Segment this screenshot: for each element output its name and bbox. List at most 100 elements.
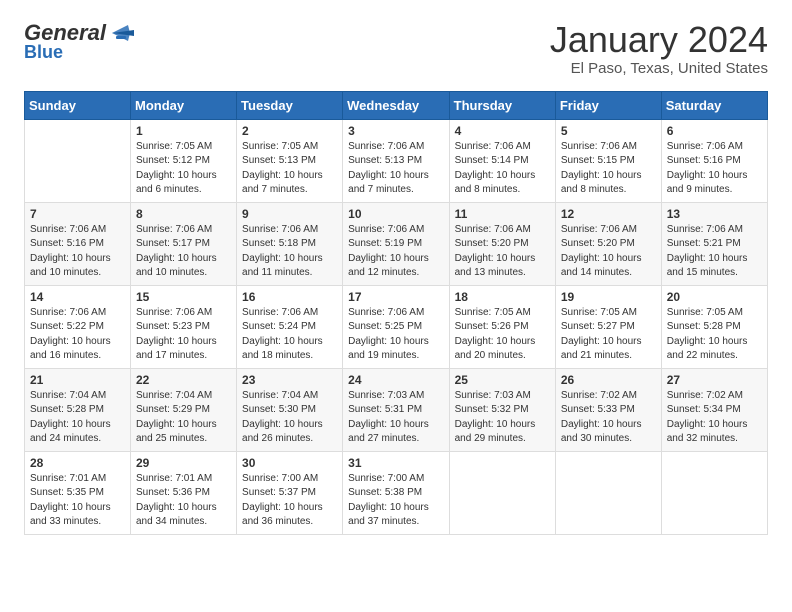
calendar-week-row: 7 Sunrise: 7:06 AM Sunset: 5:16 PM Daylig…	[25, 202, 768, 285]
cell-content: Sunrise: 7:00 AM Sunset: 5:38 PM Dayligh…	[348, 472, 443, 530]
logo-plane-icon	[108, 22, 134, 44]
calendar-cell: 13 Sunrise: 7:06 AM Sunset: 5:21 PM Dayli…	[661, 202, 767, 285]
calendar-cell: 7 Sunrise: 7:06 AM Sunset: 5:16 PM Daylig…	[25, 202, 131, 285]
cell-content: Sunrise: 7:06 AM Sunset: 5:16 PM Dayligh…	[30, 223, 125, 281]
day-number: 24	[348, 373, 443, 387]
calendar-cell: 31 Sunrise: 7:00 AM Sunset: 5:38 PM Dayli…	[343, 451, 449, 534]
cell-content: Sunrise: 7:02 AM Sunset: 5:34 PM Dayligh…	[667, 389, 762, 447]
calendar-cell: 1 Sunrise: 7:05 AM Sunset: 5:12 PM Daylig…	[131, 119, 237, 202]
calendar-table: SundayMondayTuesdayWednesdayThursdayFrid…	[24, 91, 768, 535]
calendar-cell: 15Sunrise: 7:06 AM Sunset: 5:23 PM Dayli…	[131, 285, 237, 368]
calendar-cell: 14Sunrise: 7:06 AM Sunset: 5:22 PM Dayli…	[25, 285, 131, 368]
calendar-cell: 10 Sunrise: 7:06 AM Sunset: 5:19 PM Dayli…	[343, 202, 449, 285]
calendar-cell: 22 Sunrise: 7:04 AM Sunset: 5:29 PM Dayli…	[131, 368, 237, 451]
calendar-cell	[555, 451, 661, 534]
day-number: 28	[30, 456, 125, 470]
day-number: 13	[667, 207, 762, 221]
calendar-cell	[449, 451, 555, 534]
cell-content: Sunrise: 7:05 AM Sunset: 5:13 PM Dayligh…	[242, 140, 337, 198]
calendar-body: 1 Sunrise: 7:05 AM Sunset: 5:12 PM Daylig…	[25, 119, 768, 534]
calendar-header-cell: Friday	[555, 91, 661, 119]
logo: General Blue	[24, 20, 134, 63]
day-number: 22	[136, 373, 231, 387]
cell-content: Sunrise: 7:06 AM Sunset: 5:19 PM Dayligh…	[348, 223, 443, 281]
cell-content: Sunrise: 7:05 AM Sunset: 5:26 PM Dayligh…	[455, 306, 550, 364]
location-title: El Paso, Texas, United States	[550, 60, 768, 77]
calendar-header-cell: Tuesday	[237, 91, 343, 119]
cell-content: Sunrise: 7:06 AM Sunset: 5:15 PM Dayligh…	[561, 140, 656, 198]
calendar-cell: 5Sunrise: 7:06 AM Sunset: 5:15 PM Daylig…	[555, 119, 661, 202]
cell-content: Sunrise: 7:06 AM Sunset: 5:22 PM Dayligh…	[30, 306, 125, 364]
logo-blue-text: Blue	[24, 42, 63, 63]
month-title: January 2024	[550, 20, 768, 60]
day-number: 1	[136, 124, 231, 138]
calendar-cell: 26 Sunrise: 7:02 AM Sunset: 5:33 PM Dayli…	[555, 368, 661, 451]
day-number: 31	[348, 456, 443, 470]
day-number: 20	[667, 290, 762, 304]
day-number: 6	[667, 124, 762, 138]
calendar-header-cell: Thursday	[449, 91, 555, 119]
cell-content: Sunrise: 7:06 AM Sunset: 5:20 PM Dayligh…	[455, 223, 550, 281]
day-number: 12	[561, 207, 656, 221]
calendar-cell: 23Sunrise: 7:04 AM Sunset: 5:30 PM Dayli…	[237, 368, 343, 451]
cell-content: Sunrise: 7:02 AM Sunset: 5:33 PM Dayligh…	[561, 389, 656, 447]
calendar-header-cell: Saturday	[661, 91, 767, 119]
calendar-cell: 18 Sunrise: 7:05 AM Sunset: 5:26 PM Dayli…	[449, 285, 555, 368]
cell-content: Sunrise: 7:04 AM Sunset: 5:28 PM Dayligh…	[30, 389, 125, 447]
calendar-cell: 19 Sunrise: 7:05 AM Sunset: 5:27 PM Dayli…	[555, 285, 661, 368]
cell-content: Sunrise: 7:05 AM Sunset: 5:27 PM Dayligh…	[561, 306, 656, 364]
calendar-cell: 29 Sunrise: 7:01 AM Sunset: 5:36 PM Dayli…	[131, 451, 237, 534]
calendar-cell: 6Sunrise: 7:06 AM Sunset: 5:16 PM Daylig…	[661, 119, 767, 202]
day-number: 16	[242, 290, 337, 304]
calendar-cell: 12Sunrise: 7:06 AM Sunset: 5:20 PM Dayli…	[555, 202, 661, 285]
calendar-header-cell: Wednesday	[343, 91, 449, 119]
day-number: 18	[455, 290, 550, 304]
day-number: 30	[242, 456, 337, 470]
calendar-cell: 11 Sunrise: 7:06 AM Sunset: 5:20 PM Dayli…	[449, 202, 555, 285]
day-number: 25	[455, 373, 550, 387]
cell-content: Sunrise: 7:01 AM Sunset: 5:35 PM Dayligh…	[30, 472, 125, 530]
header: General Blue January 2024 El Paso, Texas…	[24, 20, 768, 77]
calendar-cell: 9 Sunrise: 7:06 AM Sunset: 5:18 PM Daylig…	[237, 202, 343, 285]
cell-content: Sunrise: 7:06 AM Sunset: 5:13 PM Dayligh…	[348, 140, 443, 198]
day-number: 8	[136, 207, 231, 221]
cell-content: Sunrise: 7:06 AM Sunset: 5:21 PM Dayligh…	[667, 223, 762, 281]
cell-content: Sunrise: 7:06 AM Sunset: 5:24 PM Dayligh…	[242, 306, 337, 364]
calendar-cell: 3 Sunrise: 7:06 AM Sunset: 5:13 PM Daylig…	[343, 119, 449, 202]
calendar-week-row: 21Sunrise: 7:04 AM Sunset: 5:28 PM Dayli…	[25, 368, 768, 451]
day-number: 11	[455, 207, 550, 221]
calendar-cell: 20 Sunrise: 7:05 AM Sunset: 5:28 PM Dayli…	[661, 285, 767, 368]
cell-content: Sunrise: 7:00 AM Sunset: 5:37 PM Dayligh…	[242, 472, 337, 530]
day-number: 19	[561, 290, 656, 304]
cell-content: Sunrise: 7:04 AM Sunset: 5:29 PM Dayligh…	[136, 389, 231, 447]
cell-content: Sunrise: 7:06 AM Sunset: 5:14 PM Dayligh…	[455, 140, 550, 198]
calendar-cell: 28 Sunrise: 7:01 AM Sunset: 5:35 PM Dayli…	[25, 451, 131, 534]
cell-content: Sunrise: 7:06 AM Sunset: 5:18 PM Dayligh…	[242, 223, 337, 281]
calendar-week-row: 14Sunrise: 7:06 AM Sunset: 5:22 PM Dayli…	[25, 285, 768, 368]
calendar-cell: 8 Sunrise: 7:06 AM Sunset: 5:17 PM Daylig…	[131, 202, 237, 285]
calendar-header-cell: Sunday	[25, 91, 131, 119]
cell-content: Sunrise: 7:05 AM Sunset: 5:12 PM Dayligh…	[136, 140, 231, 198]
cell-content: Sunrise: 7:05 AM Sunset: 5:28 PM Dayligh…	[667, 306, 762, 364]
cell-content: Sunrise: 7:04 AM Sunset: 5:30 PM Dayligh…	[242, 389, 337, 447]
cell-content: Sunrise: 7:03 AM Sunset: 5:31 PM Dayligh…	[348, 389, 443, 447]
cell-content: Sunrise: 7:06 AM Sunset: 5:23 PM Dayligh…	[136, 306, 231, 364]
calendar-cell: 24 Sunrise: 7:03 AM Sunset: 5:31 PM Dayli…	[343, 368, 449, 451]
calendar-cell	[25, 119, 131, 202]
calendar-cell: 4Sunrise: 7:06 AM Sunset: 5:14 PM Daylig…	[449, 119, 555, 202]
day-number: 10	[348, 207, 443, 221]
calendar-header-cell: Monday	[131, 91, 237, 119]
day-number: 7	[30, 207, 125, 221]
calendar-cell	[661, 451, 767, 534]
cell-content: Sunrise: 7:03 AM Sunset: 5:32 PM Dayligh…	[455, 389, 550, 447]
day-number: 26	[561, 373, 656, 387]
day-number: 29	[136, 456, 231, 470]
day-number: 9	[242, 207, 337, 221]
cell-content: Sunrise: 7:06 AM Sunset: 5:17 PM Dayligh…	[136, 223, 231, 281]
cell-content: Sunrise: 7:01 AM Sunset: 5:36 PM Dayligh…	[136, 472, 231, 530]
calendar-header-row: SundayMondayTuesdayWednesdayThursdayFrid…	[25, 91, 768, 119]
day-number: 27	[667, 373, 762, 387]
day-number: 3	[348, 124, 443, 138]
day-number: 2	[242, 124, 337, 138]
calendar-week-row: 1 Sunrise: 7:05 AM Sunset: 5:12 PM Daylig…	[25, 119, 768, 202]
